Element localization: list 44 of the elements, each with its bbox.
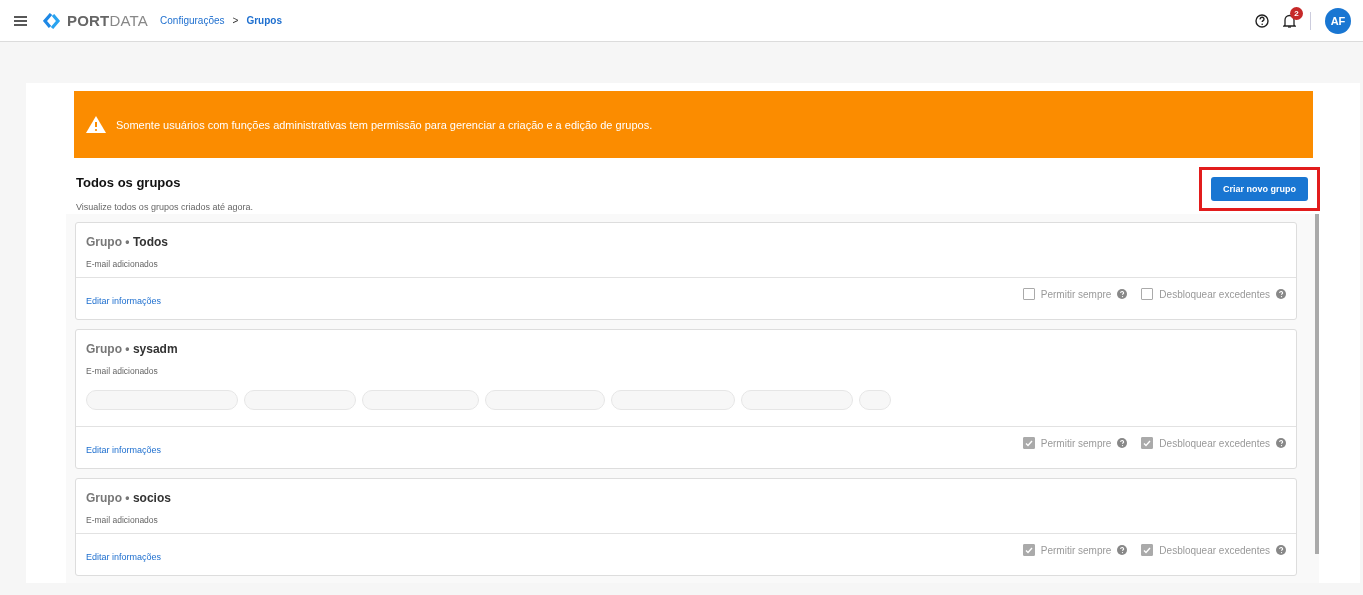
checkbox-label: Permitir sempre: [1040, 288, 1112, 300]
breadcrumb-link[interactable]: Grupos: [246, 15, 282, 26]
warning-icon: [86, 116, 106, 133]
emails-label: E-mail adicionados: [86, 259, 159, 269]
brand-name: PORTDATA: [67, 12, 149, 29]
breadcrumb-link[interactable]: Configurações: [160, 15, 225, 26]
help-icon[interactable]: [1255, 13, 1269, 28]
help-icon: [1276, 545, 1286, 555]
checkbox[interactable]: [1141, 288, 1154, 300]
blurred-email-chip: [859, 390, 891, 410]
bell-icon[interactable]: [1283, 13, 1296, 28]
checkbox[interactable]: [1022, 544, 1035, 556]
help-icon: [1276, 438, 1286, 448]
warning-text: Somente usuários com funções administrativas tem permissão para gerenciar a criação e a edição de grupos.: [116, 118, 653, 131]
checkbox-label: Desbloquear excedentes: [1159, 288, 1270, 300]
group-title: Grupo • sysadm: [86, 342, 179, 356]
checkbox-label: Permitir sempre: [1040, 544, 1112, 556]
checkbox[interactable]: [1022, 437, 1035, 449]
help-icon: [1117, 289, 1128, 299]
user-avatar[interactable]: AF: [1325, 7, 1351, 34]
edit-link[interactable]: Editar informações: [86, 552, 162, 562]
checkbox-label: Desbloquear excedentes: [1159, 544, 1270, 556]
menu-icon[interactable]: [14, 15, 27, 26]
breadcrumb-separator: >: [232, 15, 239, 26]
checkbox-label: Permitir sempre: [1040, 437, 1112, 449]
help-icon: [1276, 289, 1286, 299]
checkbox-label: Desbloquear excedentes: [1159, 437, 1270, 449]
section-title: Todos os grupos: [76, 175, 182, 190]
checkbox[interactable]: [1141, 544, 1154, 556]
edit-link[interactable]: Editar informações: [86, 445, 162, 455]
edit-link[interactable]: Editar informações: [86, 296, 162, 306]
group-title: Grupo • Todos: [86, 235, 169, 249]
section-subtitle: Visualize todos os grupos criados até agora.: [76, 202, 253, 212]
checkbox[interactable]: [1141, 437, 1154, 449]
group-title: Grupo • socios: [86, 491, 172, 505]
help-icon: [1117, 438, 1128, 448]
checkbox[interactable]: [1022, 288, 1035, 300]
emails-label: E-mail adicionados: [86, 366, 159, 376]
create-group-button[interactable]: Criar novo grupo: [1211, 177, 1308, 201]
logo-icon: [43, 12, 61, 29]
notification-count: 2: [1290, 6, 1303, 20]
scrollbar[interactable]: [1315, 214, 1319, 554]
emails-label: E-mail adicionados: [86, 515, 159, 525]
help-icon: [1117, 545, 1128, 555]
